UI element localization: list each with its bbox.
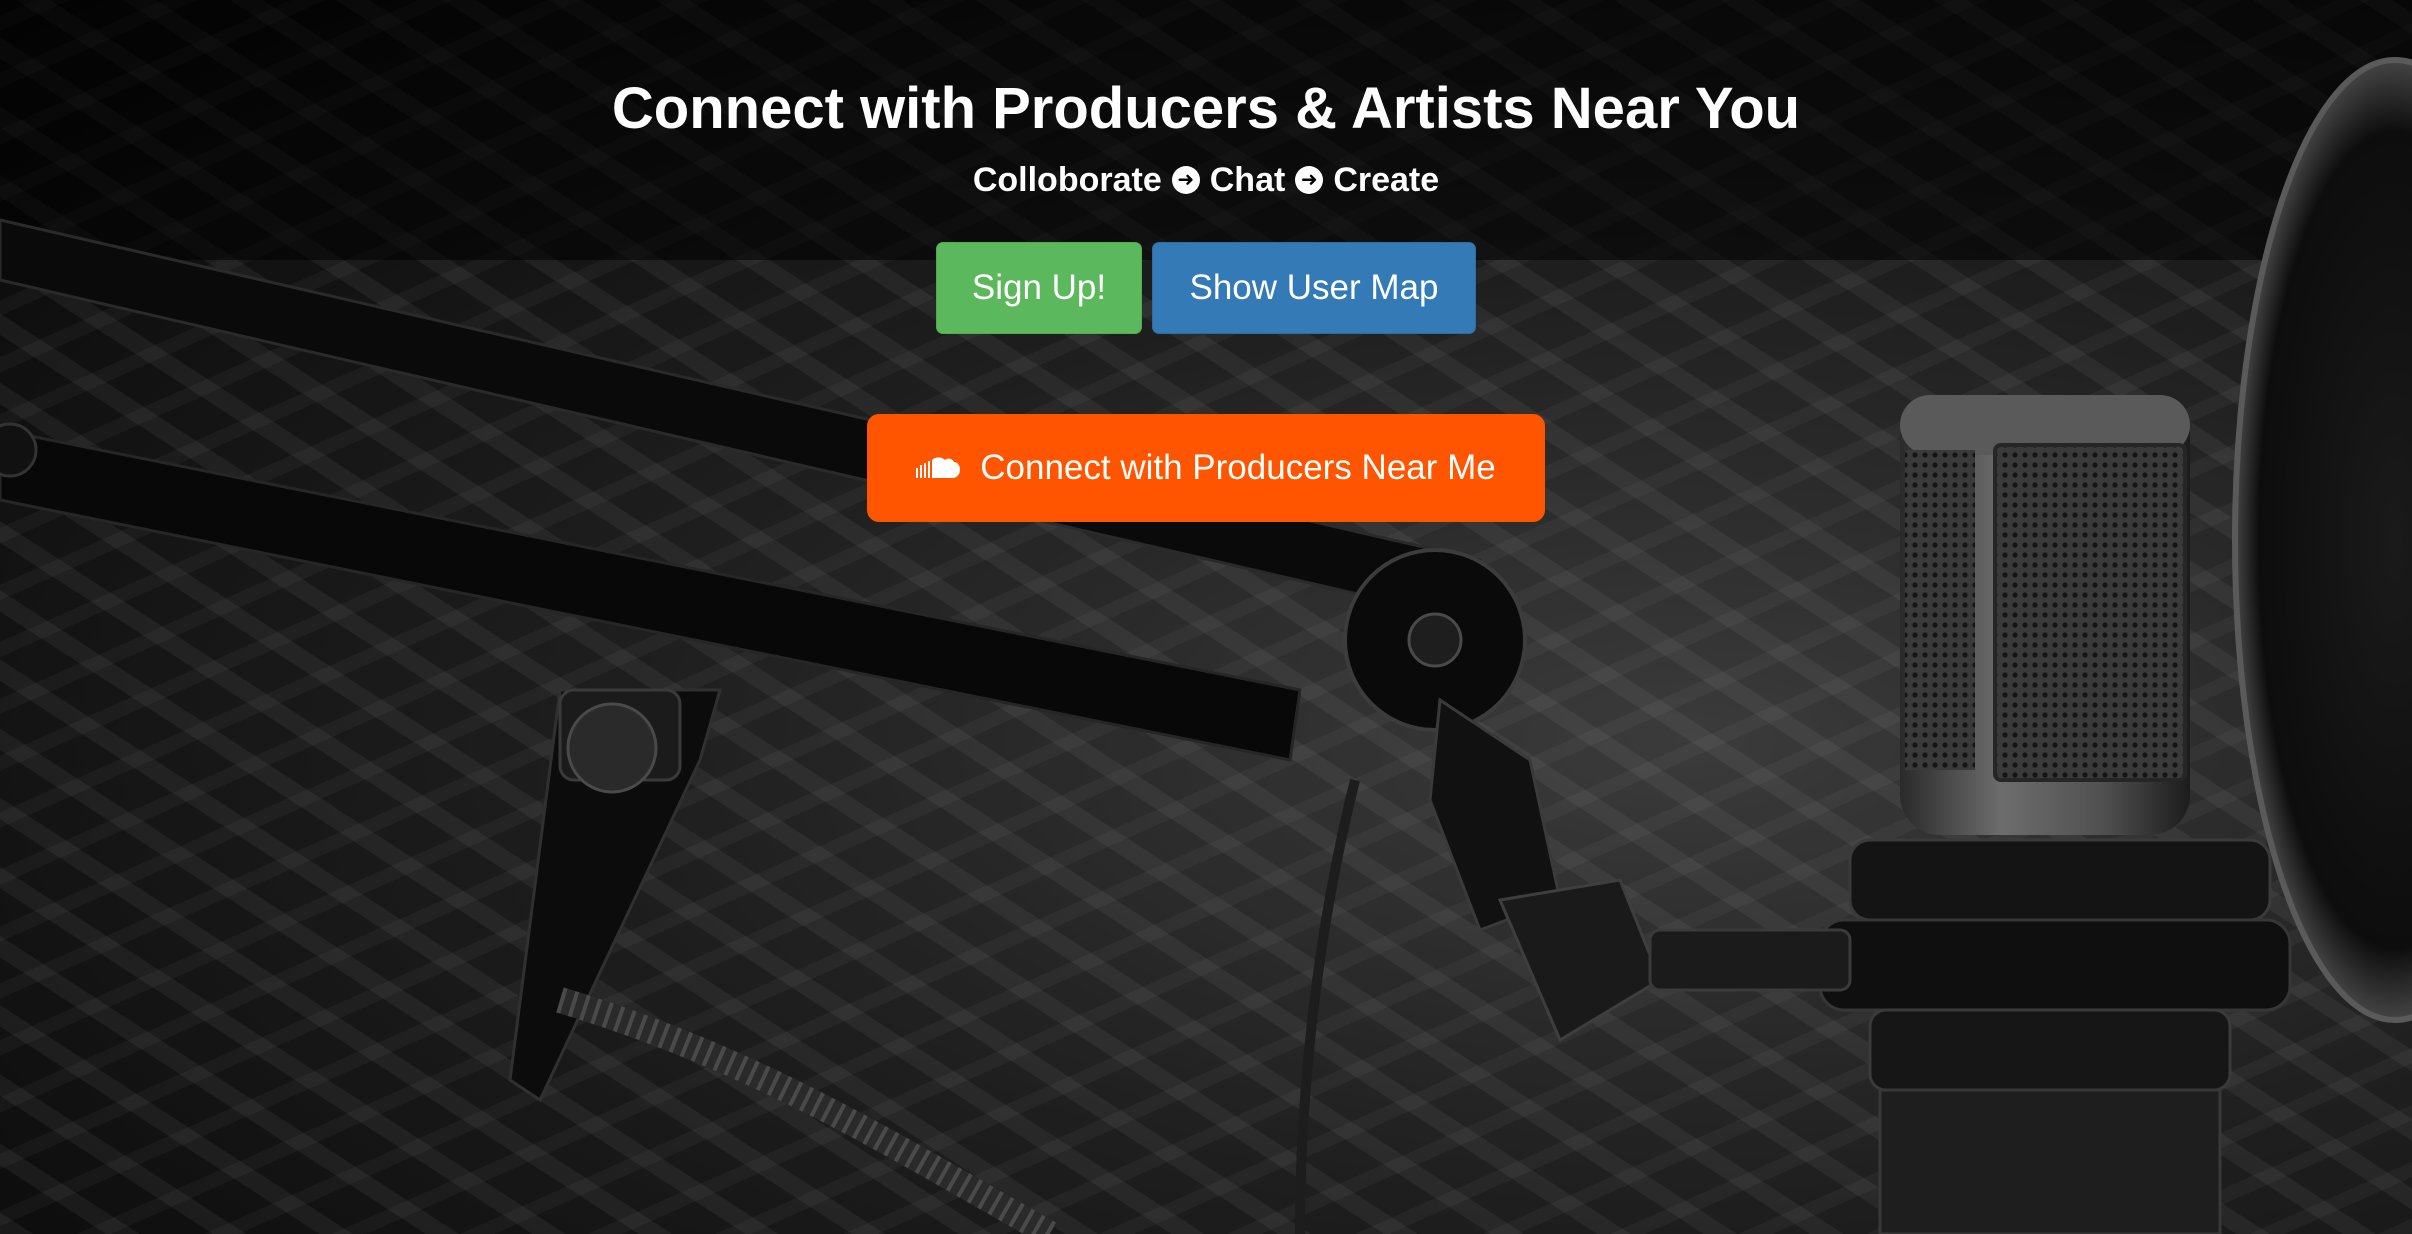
- hero-section: Connect with Producers & Artists Near Yo…: [0, 0, 2412, 1234]
- tagline-step-collaborate: Colloborate: [972, 161, 1162, 199]
- soundcloud-icon: [916, 457, 961, 478]
- show-user-map-button[interactable]: Show User Map: [1152, 242, 1476, 334]
- hero-content: Connect with Producers & Artists Near Yo…: [0, 0, 2412, 522]
- soundcloud-action: Connect with Producers Near Me: [0, 414, 2412, 522]
- circle-arrow-right-icon: ➜: [1295, 166, 1324, 194]
- tagline-step-chat: Chat: [1209, 161, 1286, 199]
- tagline: Colloborate ➜ Chat ➜ Create: [0, 158, 2412, 202]
- connect-soundcloud-button[interactable]: Connect with Producers Near Me: [867, 414, 1545, 522]
- sign-up-button[interactable]: Sign Up!: [936, 242, 1142, 334]
- page-headline: Connect with Producers & Artists Near Yo…: [611, 76, 1801, 141]
- connect-soundcloud-label: Connect with Producers Near Me: [980, 448, 1496, 487]
- circle-arrow-right-icon: ➜: [1171, 166, 1200, 194]
- primary-actions: Sign Up! Show User Map: [0, 242, 2412, 334]
- tagline-step-create: Create: [1333, 161, 1440, 199]
